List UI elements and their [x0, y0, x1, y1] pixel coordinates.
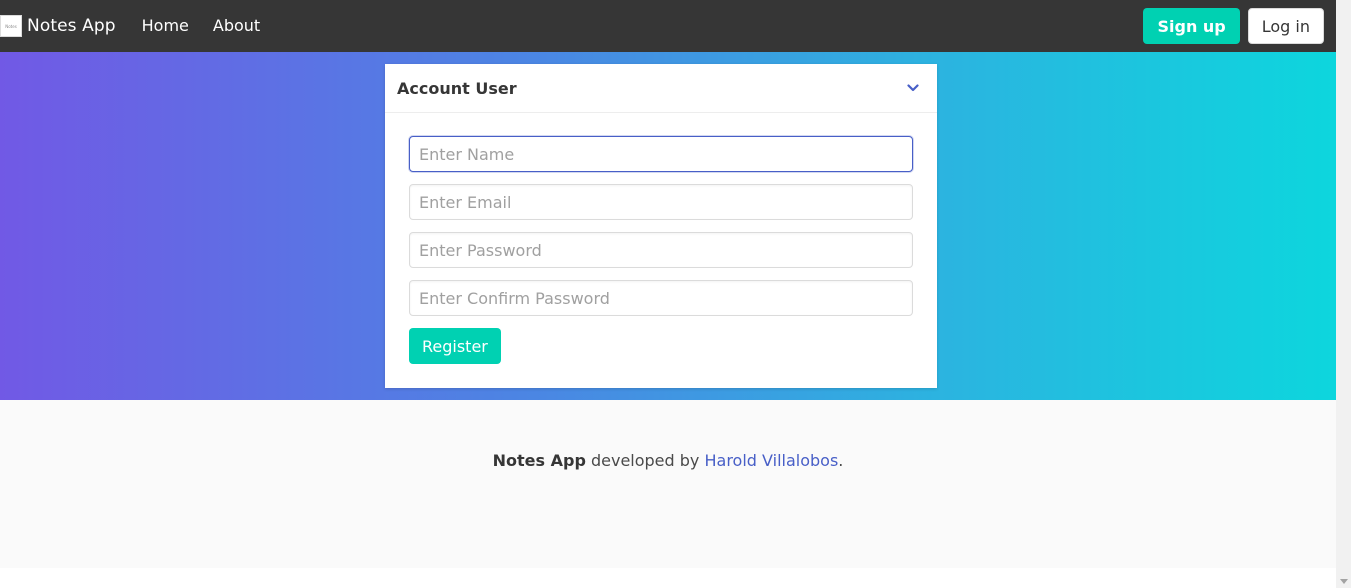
footer-text: Notes App developed by Harold Villalobos…	[493, 451, 844, 568]
navbar: Notes Notes App Home About Sign up Log i…	[0, 0, 1336, 52]
signup-button[interactable]: Sign up	[1143, 8, 1240, 44]
nav-link-home[interactable]: Home	[130, 0, 201, 52]
collapse-toggle[interactable]	[901, 76, 925, 100]
login-button[interactable]: Log in	[1247, 8, 1324, 44]
name-field[interactable]	[409, 136, 913, 172]
brand-name[interactable]: Notes App	[27, 16, 116, 36]
nav-link-about[interactable]: About	[201, 0, 272, 52]
navbar-end: Sign up Log in	[1143, 8, 1336, 44]
card-header: Account User	[385, 64, 937, 113]
card-body: Register	[385, 113, 937, 364]
card-title: Account User	[397, 78, 517, 98]
register-button[interactable]: Register	[409, 328, 501, 364]
logo[interactable]: Notes	[0, 15, 22, 37]
footer-app-name: Notes App	[492, 451, 586, 470]
chevron-down-icon	[907, 84, 919, 92]
author-link[interactable]: Harold Villalobos	[704, 451, 838, 470]
footer-end-text: .	[838, 451, 844, 470]
scrollbar[interactable]	[1336, 0, 1351, 588]
scroll-down-arrow-icon[interactable]	[1340, 579, 1348, 584]
email-field[interactable]	[409, 184, 913, 220]
footer: Notes App developed by Harold Villalobos…	[0, 400, 1336, 568]
account-card: Account User Register	[385, 64, 937, 388]
footer-middle-text: developed by	[585, 451, 705, 470]
confirm-password-field[interactable]	[409, 280, 913, 316]
brand[interactable]: Notes Notes App	[0, 0, 130, 52]
password-field[interactable]	[409, 232, 913, 268]
